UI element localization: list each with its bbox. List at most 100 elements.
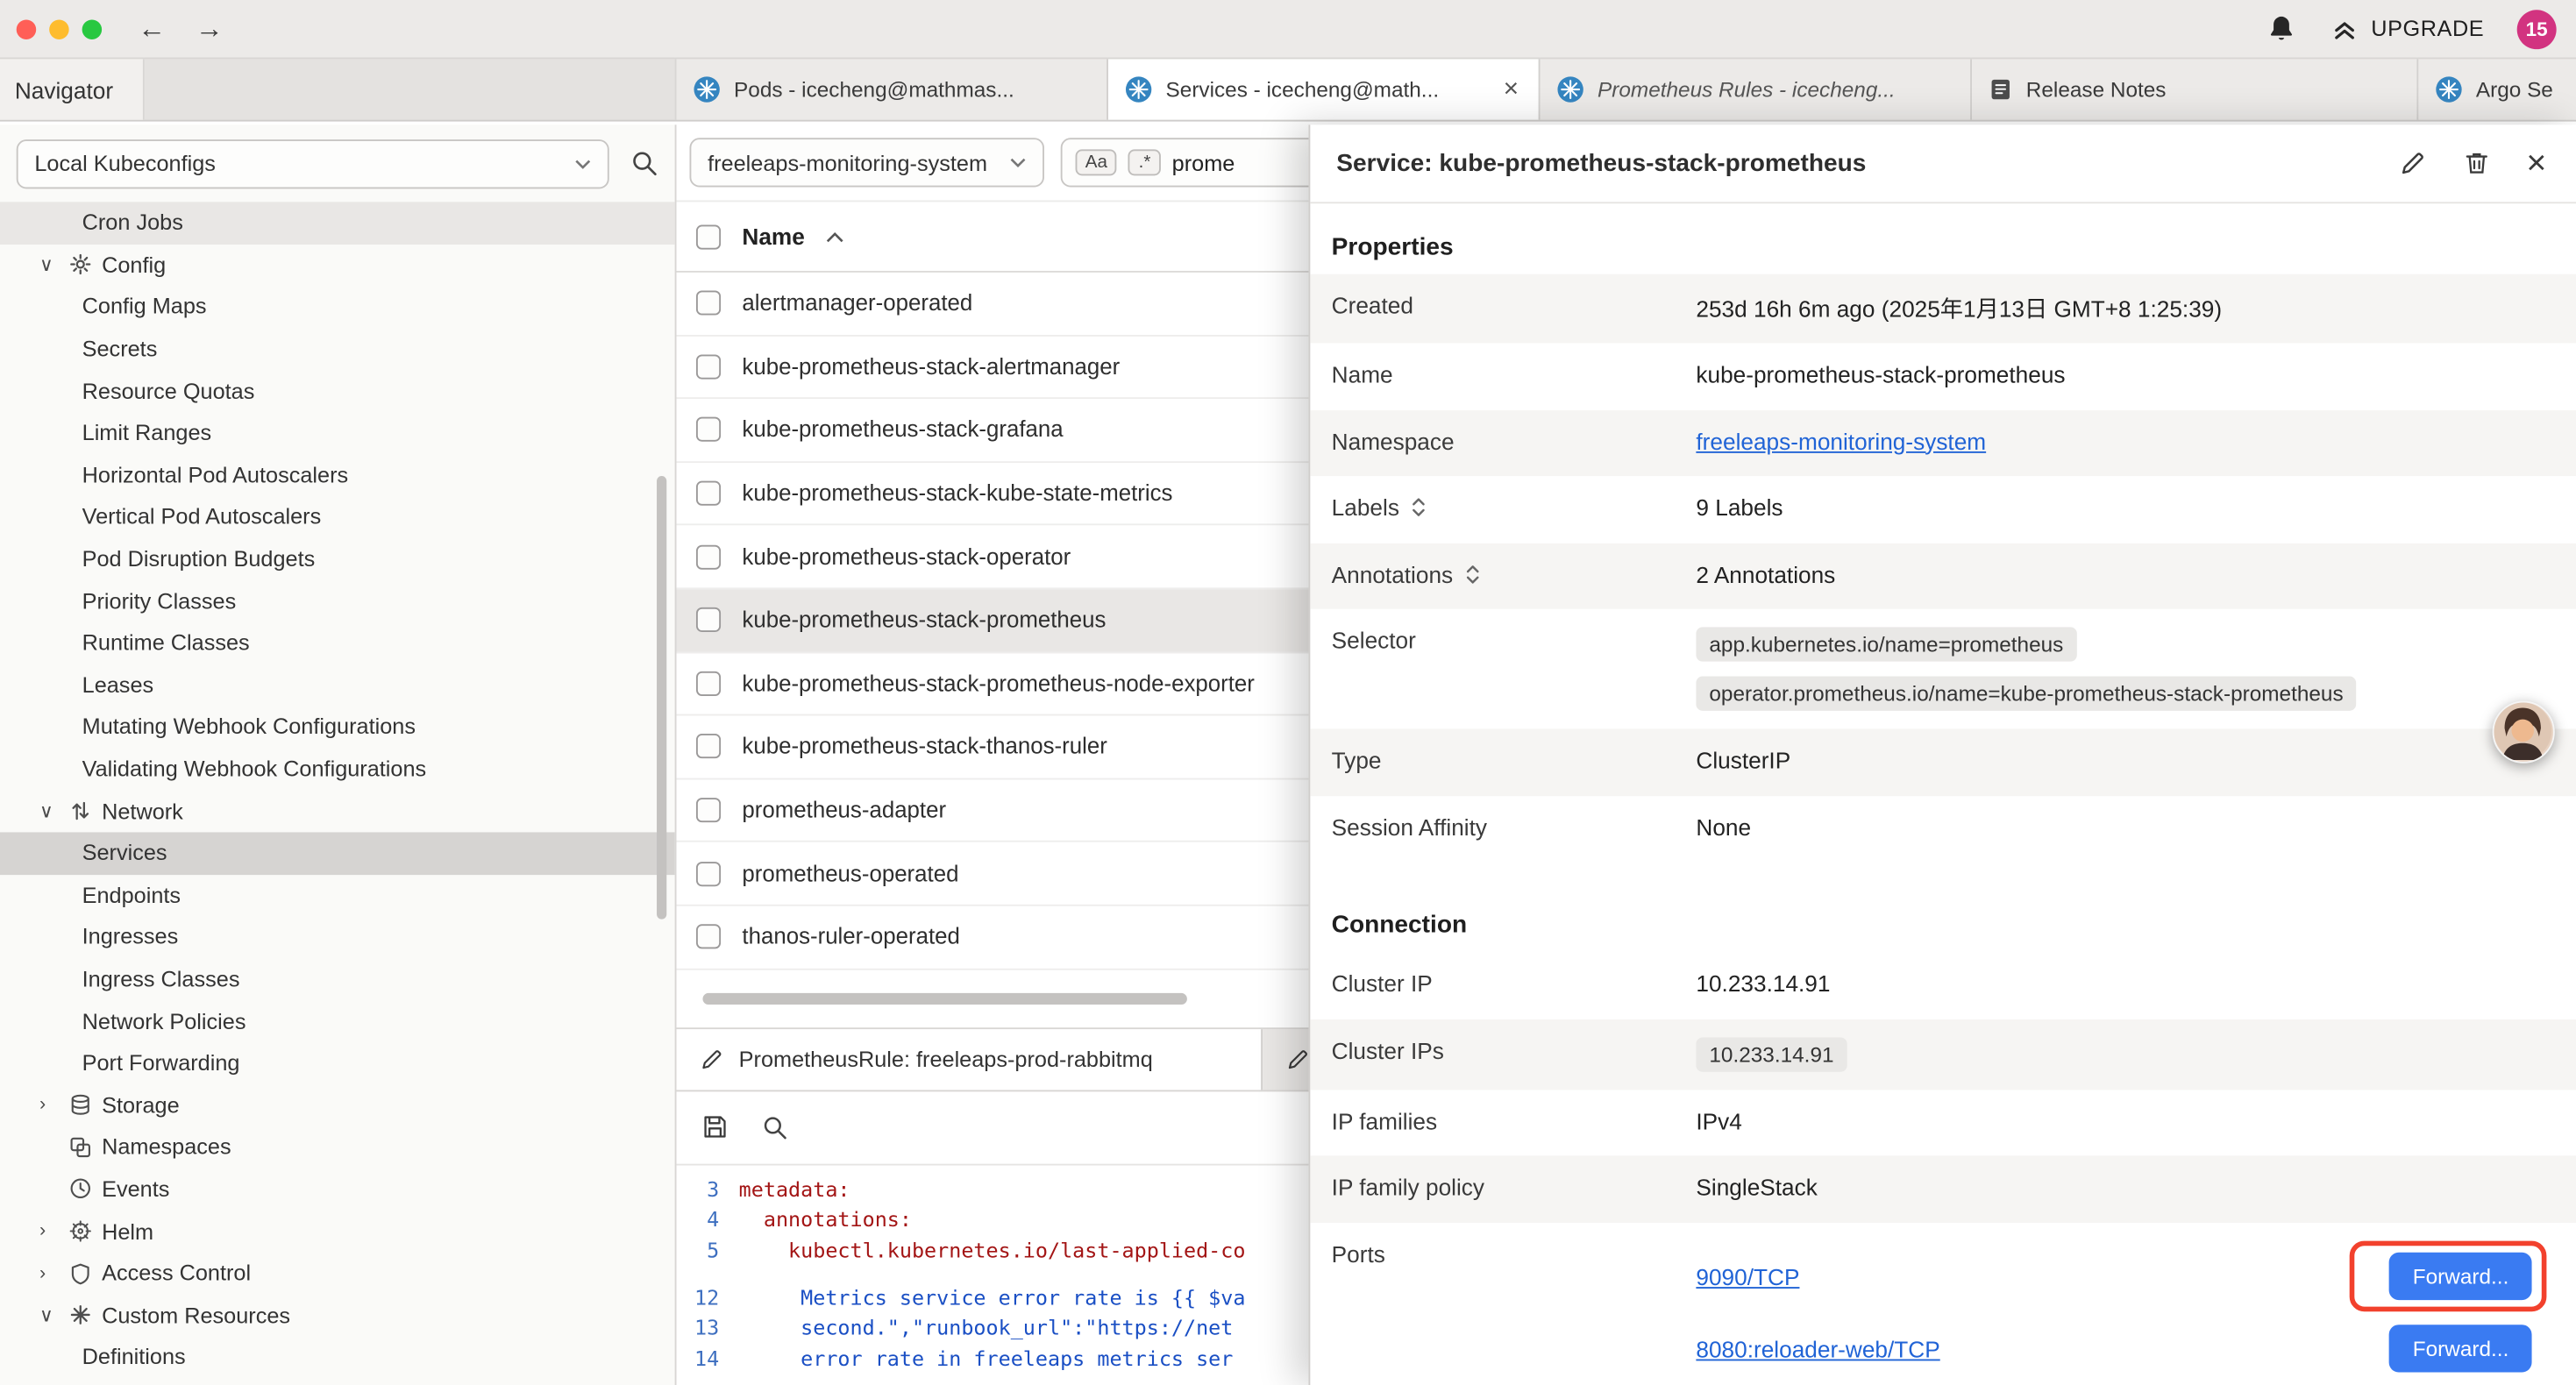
selector-chip: operator.prometheus.io/name=kube-prometh… — [1696, 677, 2356, 711]
kubeconfig-select[interactable]: Local Kubeconfigs — [17, 138, 609, 188]
sidebar-scrollbar[interactable] — [657, 476, 666, 920]
save-icon[interactable] — [701, 1113, 729, 1141]
notification-count-badge[interactable]: 15 — [2517, 9, 2557, 48]
selector-chip: app.kubernetes.io/name=prometheus — [1696, 627, 2076, 661]
tree-chevron-icon[interactable] — [39, 1137, 69, 1156]
forward-button[interactable]: Forward... — [2390, 1325, 2532, 1372]
delete-button[interactable] — [2462, 149, 2490, 177]
notifications-bell-icon[interactable] — [2266, 13, 2297, 45]
sidebar-item[interactable]: Ingresses — [0, 916, 675, 958]
sidebar-item[interactable]: Priority Classes — [0, 580, 675, 622]
row-checkbox[interactable] — [696, 925, 721, 949]
property-label: IP families — [1332, 1107, 1437, 1133]
editor-tab[interactable]: PrometheusRule: freeleaps-prod-rabbitmq — [677, 1029, 1263, 1090]
sidebar-item[interactable]: Port Forwarding — [0, 1042, 675, 1084]
property-row: Session Affinity None — [1310, 795, 2576, 862]
minimize-window-button[interactable] — [49, 19, 68, 39]
tree-chevron-icon[interactable]: › — [39, 1221, 69, 1240]
sidebar-item[interactable]: Runtime Classes — [0, 622, 675, 664]
sidebar-item[interactable]: Secrets — [0, 328, 675, 370]
row-checkbox[interactable] — [696, 544, 721, 569]
expand-arrows-icon[interactable] — [1464, 562, 1481, 585]
sidebar-item[interactable]: › Access Control — [0, 1253, 675, 1295]
workspace-tab[interactable]: Pods - icecheng@mathmas... × — [677, 59, 1108, 119]
editor-search-icon[interactable] — [762, 1114, 788, 1140]
row-checkbox[interactable] — [696, 291, 721, 316]
tree-chevron-icon[interactable]: ∨ — [39, 253, 69, 276]
port-link[interactable]: 8080:reloader-web/TCP — [1696, 1335, 1939, 1361]
forward-highlight-annotation: Forward... — [2351, 1241, 2547, 1312]
sidebar-item[interactable]: Resource Quotas — [0, 370, 675, 412]
sidebar-item[interactable]: Services — [0, 832, 675, 874]
sort-ascending-icon — [826, 231, 844, 242]
details-section: Properties Created — [1310, 233, 2576, 862]
sidebar-item[interactable]: Leases — [0, 664, 675, 707]
row-checkbox[interactable] — [696, 354, 721, 379]
k8s-icon — [2435, 75, 2463, 103]
tree-chevron-icon[interactable] — [39, 1179, 69, 1198]
namespace-link[interactable]: freeleaps-monitoring-system — [1696, 428, 1986, 454]
match-case-toggle[interactable]: Aa — [1076, 149, 1118, 175]
tree-chevron-icon[interactable]: › — [39, 1096, 69, 1115]
sidebar-item[interactable]: › Storage — [0, 1084, 675, 1126]
close-drawer-button[interactable]: × — [2526, 146, 2546, 181]
sidebar-item[interactable]: Horizontal Pod Autoscalers — [0, 454, 675, 496]
namespace-select[interactable]: freeleaps-monitoring-system — [689, 138, 1043, 187]
workspace-tab[interactable]: Services - icecheng@math... × — [1108, 59, 1540, 119]
sidebar-item[interactable]: Vertical Pod Autoscalers — [0, 496, 675, 538]
sidebar-item[interactable]: › Helm — [0, 1211, 675, 1253]
navigator-panel-title[interactable]: Navigator — [0, 59, 145, 119]
workspace-tab[interactable]: Prometheus Rules - icecheng... × — [1540, 59, 1971, 119]
sidebar-item[interactable]: Endpoints — [0, 874, 675, 916]
close-window-button[interactable] — [17, 19, 36, 39]
sidebar-item[interactable]: Definitions — [0, 1336, 675, 1378]
property-value: 2 Annotations — [1696, 560, 1835, 586]
tab-bar: Navigator Pods - icecheng@mathmas... × S… — [0, 59, 2576, 121]
edit-button[interactable] — [2398, 149, 2426, 177]
forward-button[interactable]: → — [196, 12, 224, 45]
pencil-icon — [700, 1047, 724, 1071]
maximize-window-button[interactable] — [82, 19, 102, 39]
sidebar-item[interactable]: Namespaces — [0, 1126, 675, 1168]
sidebar-item[interactable]: ∨ Custom Resources — [0, 1294, 675, 1336]
sidebar-item[interactable]: Network Policies — [0, 1000, 675, 1042]
close-tab-icon[interactable]: × — [1500, 75, 1522, 104]
back-button[interactable]: ← — [138, 12, 166, 45]
expand-arrows-icon[interactable] — [1411, 496, 1427, 519]
user-avatar-overlay[interactable] — [2493, 701, 2555, 764]
row-checkbox[interactable] — [696, 481, 721, 506]
row-checkbox[interactable] — [696, 607, 721, 632]
row-checkbox[interactable] — [696, 861, 721, 885]
sidebar-item[interactable]: Ingress Classes — [0, 958, 675, 1000]
upgrade-button[interactable]: UPGRADE — [2330, 14, 2484, 44]
sidebar-item[interactable]: Config Maps — [0, 286, 675, 328]
row-checkbox[interactable] — [696, 798, 721, 822]
sidebar-item[interactable]: Cron Jobs — [0, 202, 675, 244]
row-checkbox[interactable] — [696, 735, 721, 759]
regex-toggle[interactable]: .* — [1128, 149, 1160, 175]
select-all-checkbox[interactable] — [696, 224, 721, 249]
sidebar-item[interactable]: ∨ Network — [0, 790, 675, 832]
row-checkbox[interactable] — [696, 671, 721, 696]
sidebar-item[interactable]: Pod Disruption Budgets — [0, 538, 675, 580]
upgrade-chevrons-icon — [2330, 14, 2359, 44]
tree-chevron-icon[interactable]: ∨ — [39, 799, 69, 822]
scrollbar-thumb[interactable] — [702, 992, 1186, 1004]
workspace-tab[interactable]: Argo Se × — [2418, 59, 2576, 119]
forward-button[interactable]: Forward... — [2390, 1253, 2532, 1300]
k8s-icon — [1125, 75, 1153, 103]
navigator-sidebar: Local Kubeconfigs Cron Jobs ∨ — [0, 124, 677, 1385]
port-link[interactable]: 9090/TCP — [1696, 1263, 1799, 1289]
details-section: Connection Cluster IP — [1310, 911, 2576, 1385]
row-checkbox[interactable] — [696, 418, 721, 443]
tree-chevron-icon[interactable]: › — [39, 1263, 69, 1282]
sidebar-item[interactable]: Limit Ranges — [0, 412, 675, 454]
sidebar-item[interactable]: Events — [0, 1168, 675, 1211]
property-row: Type ClusterIP — [1310, 728, 2576, 795]
tree-chevron-icon[interactable]: ∨ — [39, 1303, 69, 1326]
sidebar-item[interactable]: Mutating Webhook Configurations — [0, 706, 675, 748]
sidebar-item[interactable]: ∨ Config — [0, 244, 675, 286]
search-icon[interactable] — [630, 149, 658, 177]
sidebar-item[interactable]: Validating Webhook Configurations — [0, 748, 675, 790]
workspace-tab[interactable]: Release Notes × — [1972, 59, 2418, 119]
